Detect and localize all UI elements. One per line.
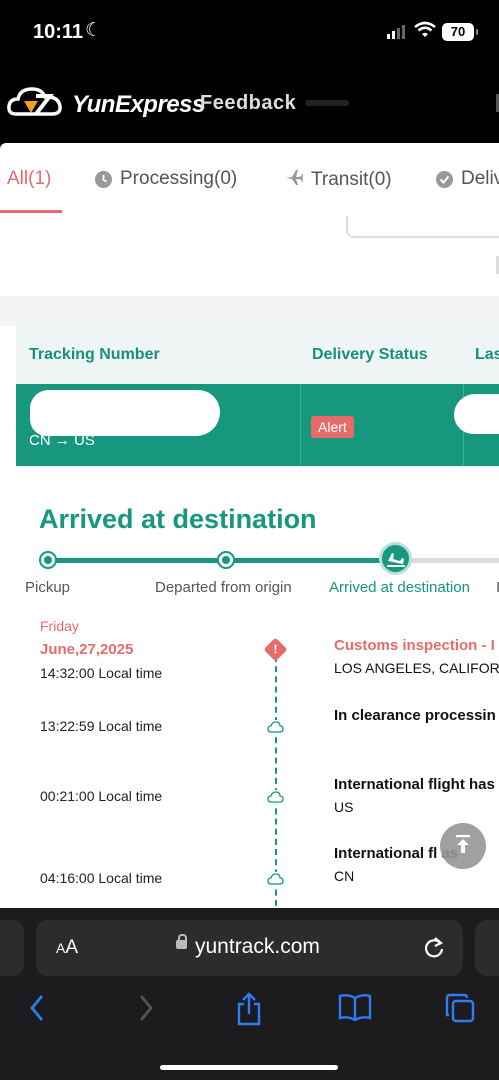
back-to-top-button[interactable] — [440, 823, 486, 869]
status-title: Arrived at destination — [39, 504, 317, 534]
browser-toolbar — [0, 988, 499, 1038]
route-label: CN → US — [29, 432, 95, 449]
plane-icon — [285, 168, 303, 192]
tab-all-label: All(1) — [7, 168, 52, 189]
table-row[interactable]: CN → US Alert — [16, 384, 499, 466]
previous-tab[interactable] — [0, 920, 24, 976]
yunexpress-logo[interactable]: YunExpress — [6, 84, 205, 125]
active-tab-indicator — [0, 210, 62, 213]
lock-icon — [176, 934, 187, 949]
arrival-step-icon — [379, 542, 412, 575]
search-box-edge — [346, 216, 499, 238]
tab-processing-label: Processing(0) — [120, 168, 238, 189]
arrow-up-to-line-icon — [454, 834, 472, 859]
browser-chrome: AA yuntrack.com — [0, 908, 499, 1080]
cloud-icon — [267, 790, 284, 804]
forward-icon[interactable] — [136, 992, 156, 1029]
battery-icon: 70 — [442, 23, 478, 41]
main-content: Tracking Number Delivery Status Las CN →… — [0, 216, 499, 908]
event-day: Friday — [40, 618, 79, 634]
tab-delivered-label: Deliv — [461, 168, 499, 189]
next-tab[interactable] — [475, 920, 499, 976]
reader-options-button[interactable]: AA — [56, 937, 78, 959]
wifi-icon — [414, 21, 436, 44]
event-time: 04:16:00 Local time — [40, 870, 163, 886]
redacted-last-update — [454, 394, 499, 434]
column-tracking-number: Tracking Number — [29, 346, 160, 363]
redacted-tracking-number — [30, 390, 220, 436]
step-label-active: Arrived at destination — [329, 579, 470, 596]
share-icon[interactable] — [235, 992, 263, 1031]
status-badge: Alert — [311, 416, 354, 438]
cloud-logo-icon — [6, 84, 66, 125]
feedback-link[interactable]: Feedback — [200, 92, 296, 115]
step-label: Departed from origin — [155, 579, 292, 596]
step-label: Pickup — [25, 579, 71, 596]
column-delivery-status: Delivery Status — [312, 346, 428, 363]
tab-all[interactable]: All(1) — [7, 168, 51, 190]
check-circle-icon — [436, 170, 453, 188]
status-time: 10:11 — [33, 21, 84, 43]
event-date: June,27,2025 — [40, 641, 134, 658]
bookmarks-icon[interactable] — [338, 992, 372, 1027]
home-indicator — [160, 1065, 338, 1070]
event-location: LOS ANGELES, CALIFOR — [334, 660, 499, 676]
event-time: 00:21:00 Local time — [40, 788, 163, 804]
tabs-icon[interactable] — [444, 992, 476, 1029]
address-bar[interactable]: AA yuntrack.com — [36, 920, 463, 976]
tab-processing[interactable]: Processing(0) — [95, 168, 237, 190]
moon-icon: ☾ — [85, 20, 103, 41]
site-header: YunExpress Feedback — [0, 62, 499, 142]
event-title: International flight has — [334, 776, 495, 793]
progress-tracker: Pickup Departed from origin Arrived at d… — [0, 542, 499, 596]
tab-transit-label: Transit(0) — [311, 169, 392, 190]
status-tabs: All(1) Processing(0) Transit(0) Deliv — [0, 143, 499, 216]
section-divider — [0, 296, 499, 326]
warning-icon: ! — [263, 637, 288, 662]
event-title: Customs inspection - I — [334, 637, 495, 654]
cloud-icon — [267, 872, 284, 886]
tab-transit[interactable]: Transit(0) — [285, 168, 392, 192]
event-location: CN — [334, 868, 355, 884]
clock-icon — [95, 170, 112, 188]
status-bar: 10:11 ☾ 70 — [0, 0, 499, 62]
screen: 10:11 ☾ 70 YunExpress Feedback All(1) Pr… — [0, 0, 499, 1080]
back-icon[interactable] — [28, 992, 48, 1029]
timeline-line — [275, 656, 277, 908]
tab-delivered[interactable]: Deliv — [436, 168, 499, 190]
header-decoration — [305, 100, 349, 106]
reload-icon[interactable] — [422, 934, 446, 965]
pickup-step-icon — [39, 551, 57, 569]
column-last: Las — [475, 346, 499, 363]
event-location: US — [334, 799, 354, 815]
departed-step-icon — [217, 551, 235, 569]
brand-name: YunExpress — [72, 90, 205, 118]
event-time: 14:32:00 Local time — [40, 665, 163, 681]
cellular-signal-icon — [387, 25, 405, 39]
event-time: 13:22:59 Local time — [40, 718, 163, 734]
column-divider — [300, 384, 301, 466]
cloud-icon — [267, 720, 284, 734]
url-text: yuntrack.com — [195, 935, 320, 958]
event-title: In clearance processin — [334, 707, 496, 724]
table-header: Tracking Number Delivery Status Las — [16, 326, 499, 384]
